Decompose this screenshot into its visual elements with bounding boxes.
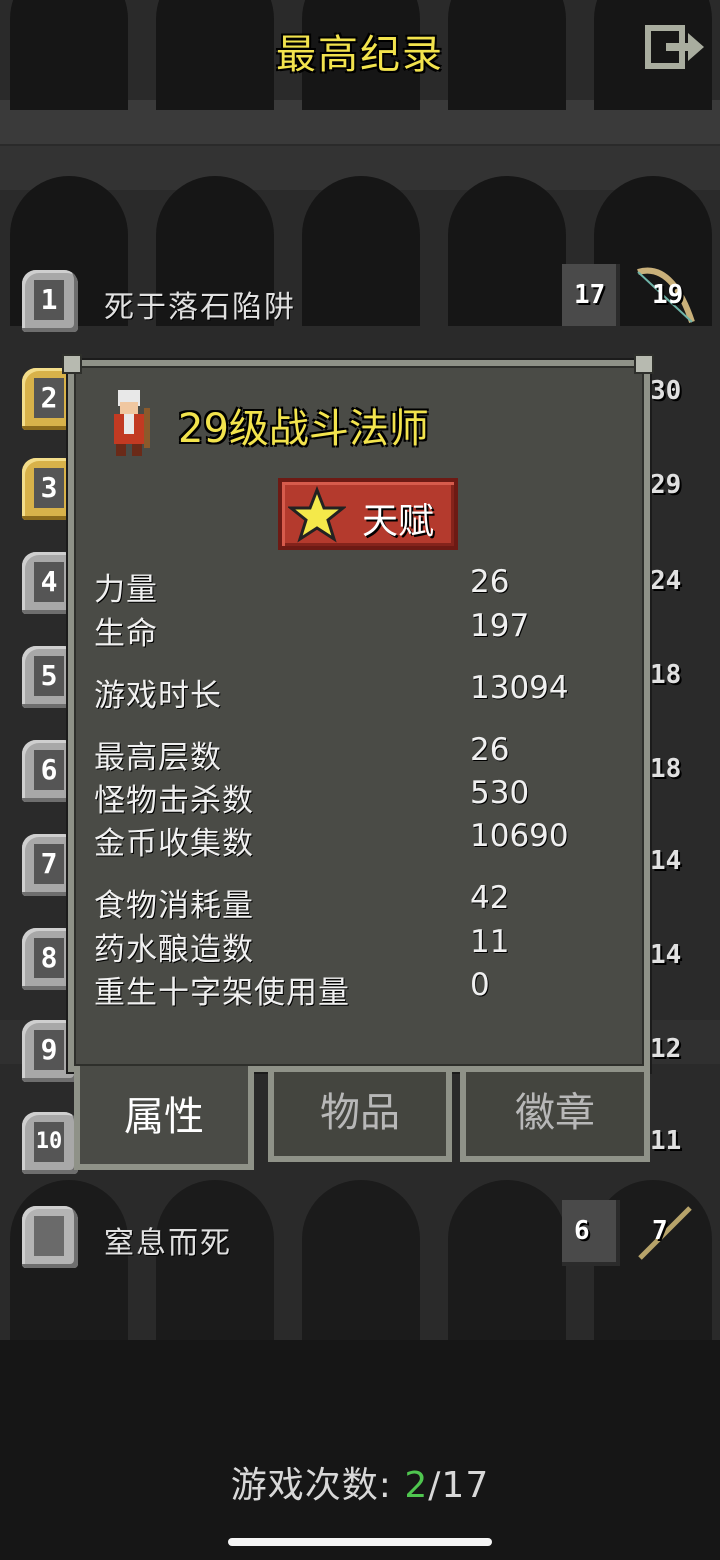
stat-value: 530	[470, 775, 530, 811]
hero-class-title: 29级战斗法师	[178, 406, 429, 452]
death-cause: 死于落石陷阱	[104, 290, 296, 325]
record-rank: 2	[34, 378, 64, 418]
battle-mage-avatar	[114, 390, 150, 456]
record-depth: 17	[574, 280, 606, 310]
stat-value: 197	[470, 608, 530, 644]
record-row[interactable]: 5	[0, 638, 78, 708]
tab-label: 物品	[320, 1090, 400, 1136]
record-rank: 9	[34, 1030, 64, 1070]
record-level: 14	[650, 846, 682, 876]
record-row[interactable]: 4	[0, 544, 78, 614]
stat-label: 重生十字架使用量	[94, 975, 350, 1011]
record-level: 18	[650, 754, 682, 784]
record-row[interactable]: 8	[0, 920, 78, 990]
death-cause: 窒息而死	[104, 1226, 232, 1261]
record-rank: 5	[34, 656, 64, 696]
record-level: 30	[650, 376, 682, 406]
record-rank: 4	[34, 562, 64, 602]
stat-value: 10690	[470, 818, 569, 854]
bottom-area	[0, 1340, 720, 1560]
talent-button[interactable]: 天赋	[278, 478, 458, 550]
record-row[interactable]: 1 死于落石陷阱 17 19	[0, 262, 720, 342]
tab-badges[interactable]: 徽章	[460, 1066, 650, 1162]
record-row[interactable]: 10	[0, 1104, 78, 1174]
record-rank: 3	[34, 468, 64, 508]
talent-button-label: 天赋	[362, 501, 435, 542]
record-row[interactable]: 6	[0, 732, 78, 802]
star-icon	[288, 486, 346, 543]
games-played-counter: 游戏次数: 2/17	[0, 1456, 720, 1508]
stat-label: 游戏时长	[94, 678, 222, 714]
stat-label: 食物消耗量	[94, 888, 254, 924]
tab-label: 属性	[124, 1094, 204, 1140]
record-rank: 8	[34, 938, 64, 978]
record-rank: 7	[34, 844, 64, 884]
panel-corner	[62, 354, 82, 374]
stat-value: 0	[470, 967, 490, 1003]
record-rank: 1	[34, 280, 64, 320]
stat-value: 13094	[470, 670, 569, 706]
record-level: 19	[652, 280, 684, 310]
record-row[interactable]: 窒 窒息而死 6 7	[0, 1198, 720, 1278]
tombstone-icon: 1	[22, 270, 78, 332]
exit-icon[interactable]	[644, 24, 706, 70]
home-indicator[interactable]	[228, 1538, 492, 1546]
stat-label: 力量	[94, 572, 158, 608]
tombstone-icon: 窒	[22, 1206, 78, 1268]
record-level: 11	[650, 1126, 682, 1156]
current-game-number: 2	[404, 1465, 429, 1506]
record-level: 14	[650, 940, 682, 970]
record-level: 7	[652, 1216, 668, 1246]
record-rank: 6	[34, 750, 64, 790]
depth-icon	[562, 1200, 620, 1266]
stat-value: 26	[470, 732, 510, 768]
stat-label: 最高层数	[94, 740, 222, 776]
panel-corner	[634, 354, 654, 374]
stat-label: 生命	[94, 616, 158, 652]
record-row[interactable]: 9	[0, 1012, 78, 1082]
stat-label: 怪物击杀数	[94, 783, 254, 819]
page-title: 最高纪录	[276, 32, 444, 78]
tab-attributes[interactable]: 属性	[74, 1066, 254, 1170]
record-rank: 10	[34, 1122, 64, 1162]
tab-label: 徽章	[515, 1090, 595, 1136]
total-games: /17	[428, 1465, 490, 1506]
record-level: 29	[650, 470, 682, 500]
record-level: 24	[650, 566, 682, 596]
stat-value: 11	[470, 924, 510, 960]
record-level: 12	[650, 1034, 682, 1064]
record-row[interactable]: 7	[0, 826, 78, 896]
stat-value: 26	[470, 564, 510, 600]
games-played-label: 游戏次数:	[230, 1465, 392, 1506]
record-level: 18	[650, 660, 682, 690]
tab-items[interactable]: 物品	[268, 1066, 452, 1162]
stat-label: 金币收集数	[94, 826, 254, 862]
stat-label: 药水酿造数	[94, 932, 254, 968]
record-depth: 6	[574, 1216, 590, 1246]
record-rank: 窒	[34, 1216, 64, 1256]
stat-value: 42	[470, 880, 510, 916]
record-row[interactable]: 3	[0, 450, 78, 520]
